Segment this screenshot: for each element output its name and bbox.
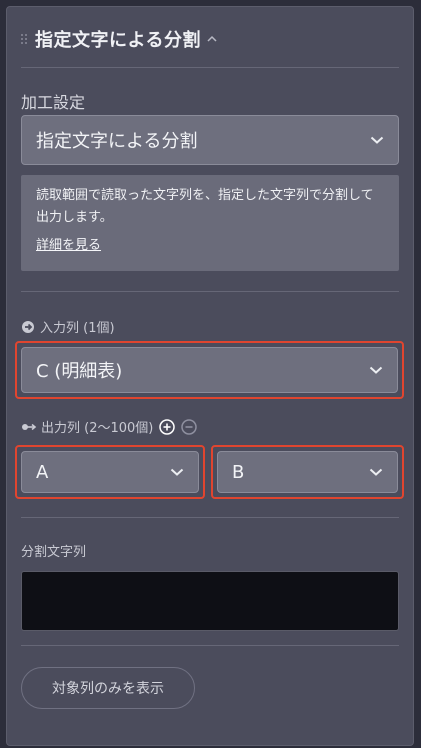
- chevron-down-icon: [170, 468, 184, 476]
- add-column-icon[interactable]: [159, 418, 176, 435]
- drag-handle-icon[interactable]: [21, 31, 29, 47]
- show-target-columns-button[interactable]: 対象列のみを表示: [21, 667, 195, 709]
- input-arrow-icon: [22, 320, 34, 333]
- panel-title: 指定文字による分割: [35, 30, 201, 51]
- output-column-value-a: A: [36, 461, 49, 483]
- input-column-label: 入力列 (1個): [40, 321, 115, 336]
- description-text: 読取範囲で読取った文字列を、指定した文字列で分割して出力します。: [36, 188, 374, 225]
- input-column-label-row: 入力列 (1個): [21, 317, 115, 336]
- input-column-value: C (明細表): [36, 361, 123, 382]
- processing-select-value: 指定文字による分割: [36, 131, 198, 152]
- settings-panel: 指定文字による分割 加工設定 指定文字による分割 読取範囲で読取った文字列を、指…: [6, 6, 414, 746]
- chevron-up-icon[interactable]: [206, 33, 218, 45]
- processing-label: 加工設定: [21, 93, 86, 112]
- divider: [21, 67, 399, 68]
- divider: [21, 645, 399, 646]
- output-columns-label-row: 出力列 (2〜100個): [21, 417, 198, 436]
- output-column-select-b[interactable]: B: [217, 451, 398, 493]
- details-link[interactable]: 詳細を見る: [36, 235, 384, 257]
- input-column-select[interactable]: C (明細表): [21, 347, 398, 393]
- panel-header[interactable]: 指定文字による分割: [21, 25, 218, 53]
- output-columns-label: 出力列 (2〜100個): [41, 421, 154, 436]
- divider: [21, 291, 399, 292]
- description-box: 読取範囲で読取った文字列を、指定した文字列で分割して出力します。 詳細を見る: [21, 175, 399, 271]
- split-string-input[interactable]: [21, 571, 399, 631]
- output-arrow-icon: [22, 423, 37, 430]
- chevron-down-icon: [369, 366, 383, 374]
- remove-column-icon[interactable]: [181, 418, 198, 435]
- divider: [21, 517, 399, 518]
- output-column-select-a[interactable]: A: [21, 451, 199, 493]
- chevron-down-icon: [369, 468, 383, 476]
- processing-select[interactable]: 指定文字による分割: [21, 115, 399, 165]
- output-column-value-b: B: [232, 461, 245, 483]
- split-string-label: 分割文字列: [21, 545, 87, 560]
- chevron-down-icon: [370, 136, 384, 144]
